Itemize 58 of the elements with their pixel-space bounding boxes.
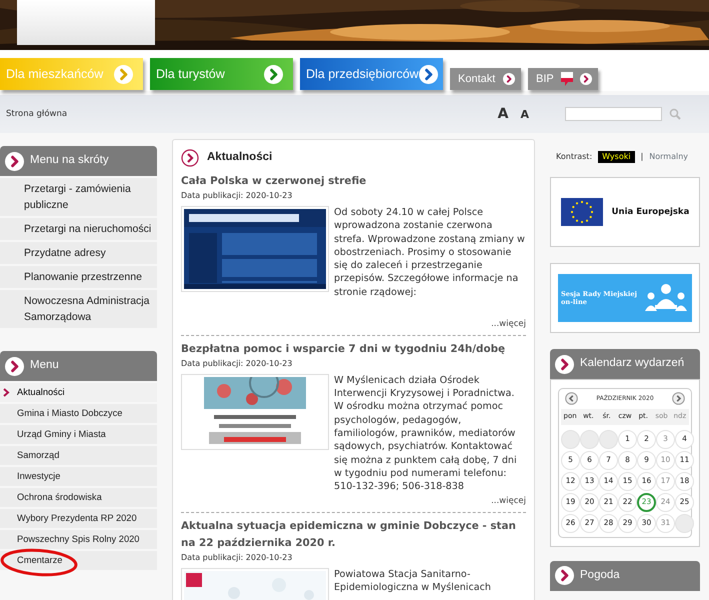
- menu-item[interactable]: Aktualności: [0, 383, 157, 402]
- chevron-icon: [264, 64, 283, 84]
- menu-item[interactable]: Samorząd: [0, 446, 157, 465]
- article-title[interactable]: Bezpłatna pomoc i wsparcie 7 dni w tygodniu 24h/dobę: [181, 340, 526, 358]
- font-larger-button[interactable]: A: [498, 107, 508, 121]
- panel-title: Menu: [30, 358, 59, 374]
- contrast-option[interactable]: Wysoki: [598, 151, 635, 163]
- menu-item[interactable]: Cmentarze: [0, 551, 157, 570]
- panel-title: Menu na skróty: [30, 153, 109, 168]
- chevron-icon: [555, 354, 574, 374]
- chevron-icon: [5, 152, 24, 170]
- article-text: Od soboty 24.10 w całej Polsce wprowadzona zostanie czerwona strefa. Wprowadzone zostaną zmiany w obostrzeniach. Prosimy o stosowanie się do zaleceń i przestrzeganie przepisów. Szczegółowe informacje na stronie rządowej:: [334, 206, 526, 300]
- banner-box[interactable]: Unia Europejska: [550, 177, 700, 247]
- menu-item[interactable]: Powszechny Spis Rolny 2020: [0, 530, 157, 549]
- panel-title: Pogoda: [580, 568, 620, 583]
- more-link[interactable]: ...więcej: [491, 496, 526, 506]
- chevron-icon: [114, 64, 133, 84]
- menu-item[interactable]: Przetargi - zamówienia publiczne: [0, 178, 157, 216]
- chevron-icon: [503, 73, 515, 85]
- article-text: Powiatowa Stacja Sanitarno-Epidemiologiczna w Myślenicach: [334, 568, 492, 595]
- chevron-icon: [3, 388, 10, 397]
- chevron-icon: [580, 73, 592, 85]
- menu-item[interactable]: Nowoczesna Administracja Samorządowa: [0, 290, 157, 328]
- previous-month-button[interactable]: [565, 392, 578, 405]
- publication-date: Data publikacji: 2020-10-23: [181, 552, 294, 564]
- menu-item[interactable]: Gmina i Miasto Dobczyce: [0, 404, 157, 423]
- menu-item[interactable]: Ochrona środowiska: [0, 488, 157, 507]
- breadcrumb-link[interactable]: Strona główna: [6, 108, 68, 120]
- next-month-button[interactable]: [672, 392, 685, 405]
- chevron-icon: [181, 149, 199, 167]
- article-title[interactable]: Cała Polska w czerwonej strefie: [181, 173, 526, 190]
- menu-item[interactable]: Przydatne adresy: [0, 242, 157, 264]
- banner-label: Unia Europejska: [612, 206, 690, 218]
- search-field[interactable]: [565, 107, 662, 121]
- separator-text: |: [640, 151, 644, 163]
- menu-item[interactable]: Urząd Gminy i Miasta: [0, 425, 157, 444]
- menu-item[interactable]: Inwestycje: [0, 467, 157, 486]
- article-title[interactable]: Aktualna sytuacja epidemiczna w gminie Dobczyce - stan na 22 października 2020 r.: [181, 518, 526, 552]
- contrast-option[interactable]: Normalny: [649, 151, 688, 163]
- publication-date: Data publikacji: 2020-10-23: [181, 358, 294, 370]
- flag-icon: [560, 198, 603, 226]
- section-heading: Aktualności: [207, 150, 272, 166]
- menu-item[interactable]: Wybory Prezydenta RP 2020: [0, 509, 157, 528]
- contrast-label: Kontrast:: [556, 151, 592, 163]
- nav-button[interactable]: Dla turystów: [150, 58, 293, 90]
- publication-date: Data publikacji: 2020-10-23: [181, 190, 294, 202]
- font-smaller-button[interactable]: A: [520, 108, 529, 120]
- flag-icon: [560, 71, 574, 87]
- people-icon: [643, 282, 689, 314]
- chevron-icon: [5, 356, 24, 376]
- menu-item[interactable]: Przetargi na nieruchomości: [0, 218, 157, 240]
- panel-title: Kalendarz wydarzeń: [580, 356, 684, 372]
- menu-item[interactable]: Planowanie przestrzenne: [0, 266, 157, 288]
- nav-button[interactable]: Dla przedsiębiorców: [300, 58, 443, 90]
- chevron-icon: [555, 566, 574, 585]
- more-link[interactable]: ...więcej: [491, 319, 526, 329]
- article-text: W Myślenicach działa Ośrodek Interwencji Kryzysowej i Poradnictwa. W ośrodku można otrzymać pomoc psychologów, pedagogów, familiologów, prawników, mediatorów sądowych, psychiatrów. Kontaktować się można z punktem całą dobę, 7 dni w tygodniu pod numerami telefonu: 510-132-396; 506-318-838: [334, 374, 518, 494]
- chevron-icon: [418, 64, 438, 84]
